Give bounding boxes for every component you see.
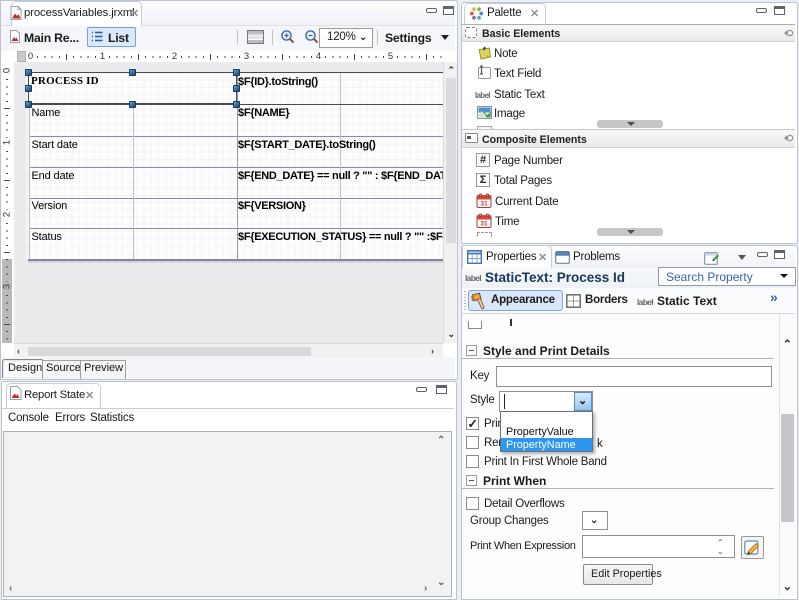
svg-text:31: 31: [480, 221, 488, 228]
svg-text:31: 31: [480, 201, 488, 208]
